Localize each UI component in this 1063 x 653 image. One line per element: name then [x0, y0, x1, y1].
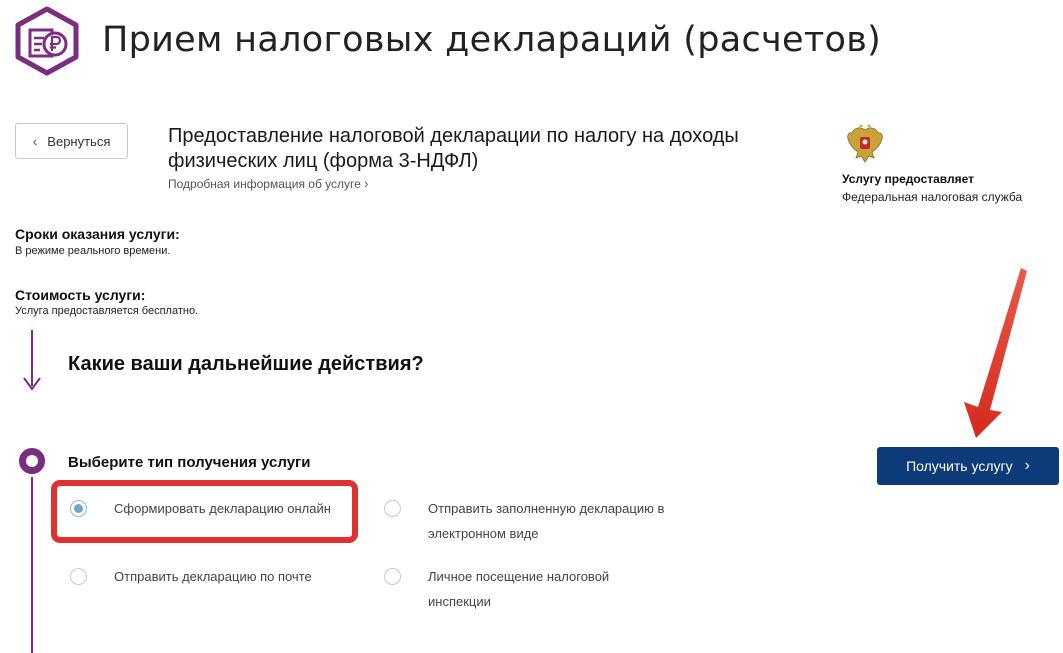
radio-button[interactable]: [384, 568, 401, 585]
option-label: Личное посещение налоговой инспекции: [428, 564, 609, 614]
cost-text: Услуга предоставляется бесплатно.: [15, 305, 199, 317]
service-title: Предоставление налоговой декларации по н…: [168, 124, 818, 174]
provider-name: Федеральная налоговая служба: [842, 190, 1023, 204]
highlight-box: [51, 480, 358, 543]
option-label-line1: Личное посещение налоговой: [428, 569, 610, 584]
provider-label: Услугу предоставляет: [842, 172, 975, 186]
chevron-left-icon: ‹: [32, 133, 38, 149]
chevron-right-icon: ›: [1024, 457, 1030, 474]
option-label-line1: Отправить заполненную декларацию в: [428, 501, 665, 516]
get-service-button[interactable]: Получить услугу ›: [877, 447, 1059, 485]
service-title-line2: физических лиц (форма 3-НДФЛ): [168, 150, 479, 172]
option-visit[interactable]: Личное посещение налоговой инспекции: [384, 568, 609, 614]
get-service-button-label: Получить услугу: [906, 458, 1013, 474]
next-steps-heading: Какие ваши дальнейшие действия?: [68, 353, 424, 375]
back-button[interactable]: ‹ Вернуться: [15, 123, 128, 159]
back-button-label: Вернуться: [47, 133, 111, 149]
timeline-line: [31, 477, 33, 653]
service-title-line1: Предоставление налоговой декларации по н…: [168, 125, 739, 147]
annotation-arrow-icon: [950, 262, 1040, 442]
step-marker: [19, 448, 45, 474]
more-info-link-label: Подробная информация об услуге: [168, 177, 361, 191]
radio-button[interactable]: [384, 500, 401, 517]
cost-heading: Стоимость услуги:: [15, 287, 146, 303]
option-electronic[interactable]: Отправить заполненную декларацию в элект…: [384, 500, 664, 546]
option-label: Отправить заполненную декларацию в элект…: [428, 496, 664, 546]
russian-emblem-icon: [846, 124, 884, 166]
terms-heading: Сроки оказания услуги:: [15, 226, 180, 242]
radio-button[interactable]: [70, 568, 87, 585]
option-label: Отправить декларацию по почте: [114, 569, 312, 584]
arrow-down-icon: [22, 375, 42, 391]
page-title: Прием налоговых деклараций (расчетов): [102, 20, 882, 60]
option-label-line2: электронном виде: [428, 526, 539, 541]
terms-text: В режиме реального времени.: [15, 245, 171, 257]
option-label-line2: инспекции: [428, 594, 491, 609]
tax-declaration-ruble-icon: [14, 6, 80, 76]
chevron-right-icon: ›: [364, 176, 369, 191]
option-mail[interactable]: Отправить декларацию по почте: [70, 568, 312, 589]
more-info-link[interactable]: Подробная информация об услуге ›: [168, 176, 369, 191]
receive-type-label: Выберите тип получения услуги: [68, 454, 311, 471]
